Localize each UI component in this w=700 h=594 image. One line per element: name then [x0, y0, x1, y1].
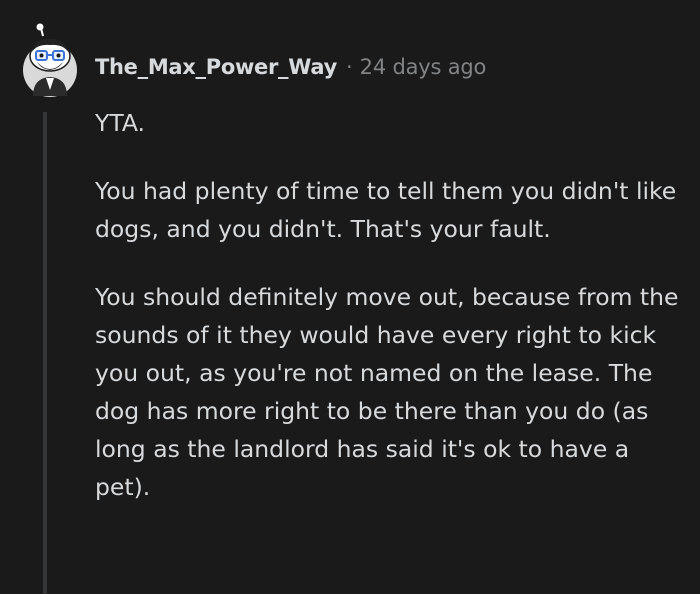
comment-paragraph: You had plenty of time to tell them you …: [95, 177, 677, 243]
comment-meta: The_Max_Power_Way · 24 days ago: [95, 50, 486, 84]
meta-separator: ·: [345, 55, 353, 79]
snoo-avatar-icon[interactable]: [19, 22, 81, 98]
thread-collapse-line[interactable]: [43, 112, 47, 594]
comment-body: YTA. You had plenty of time to tell them…: [95, 104, 685, 536]
username-link[interactable]: The_Max_Power_Way: [95, 55, 337, 79]
comment-paragraph: YTA.: [95, 109, 146, 137]
comment: The_Max_Power_Way · 24 days ago YTA. You…: [0, 0, 700, 594]
comment-paragraph: You should definitely move out, because …: [95, 283, 679, 501]
timestamp-link[interactable]: 24 days ago: [360, 55, 487, 79]
